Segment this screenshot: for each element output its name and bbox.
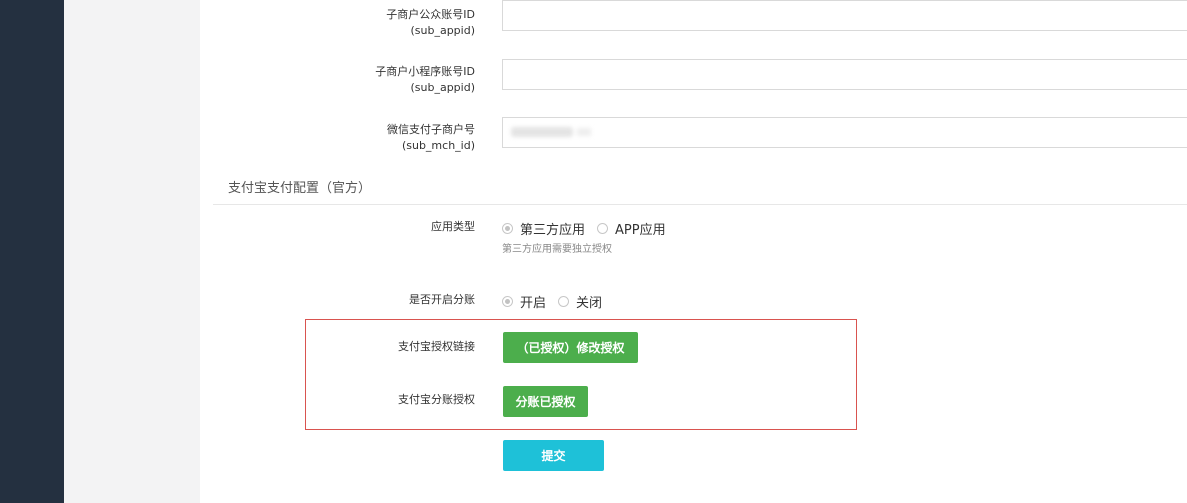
split-auth-label-text: 支付宝分账授权 — [398, 393, 475, 406]
split-auth-button[interactable]: 分账已授权 — [503, 386, 588, 417]
app-type-radio-app[interactable] — [597, 223, 609, 234]
app-type-help-text: 第三方应用需要独立授权 — [502, 244, 612, 255]
app-type-label: 应用类型 — [431, 219, 475, 235]
split-radio-group: 开启 关闭 — [502, 292, 614, 311]
sub-mini-appid-label-sub: (sub_appid) — [410, 81, 475, 94]
app-type-label-text: 应用类型 — [431, 220, 475, 233]
sub-mini-appid-label: 子商户小程序账号ID (sub_appid) — [375, 64, 475, 96]
auth-link-label-text: 支付宝授权链接 — [398, 340, 475, 353]
app-type-option-third-party[interactable]: 第三方应用 — [520, 219, 585, 238]
sidebar — [0, 0, 64, 503]
sub-mch-id-label-sub: (sub_mch_id) — [401, 139, 475, 152]
section-divider — [213, 204, 1187, 205]
submit-button[interactable]: 提交 — [503, 440, 604, 471]
app-type-radio-group: 第三方应用 APP应用 — [502, 219, 678, 238]
sub-appid-label-text: 子商户公众账号ID — [386, 8, 475, 21]
auth-link-label: 支付宝授权链接 — [398, 339, 475, 355]
alipay-section-title: 支付宝支付配置（官方） — [228, 181, 372, 196]
app-type-radio-third-party[interactable] — [502, 223, 513, 234]
sub-mch-id-label: 微信支付子商户号 (sub_mch_id) — [387, 122, 475, 154]
content-gutter — [64, 0, 200, 503]
sub-appid-label-sub: (sub_appid) — [410, 24, 475, 37]
sub-mini-appid-input[interactable] — [502, 59, 1187, 90]
sub-mch-id-label-text: 微信支付子商户号 — [387, 123, 475, 136]
redacted-value — [511, 127, 573, 137]
sub-mini-appid-label-text: 子商户小程序账号ID — [375, 65, 475, 78]
sub-mch-id-input[interactable] — [502, 117, 1187, 148]
redacted-value-tail — [577, 128, 591, 136]
split-option-on[interactable]: 开启 — [520, 292, 546, 311]
sub-appid-label: 子商户公众账号ID (sub_appid) — [386, 7, 475, 39]
app-type-option-app[interactable]: APP应用 — [615, 219, 666, 238]
split-option-off[interactable]: 关闭 — [576, 292, 602, 311]
split-label: 是否开启分账 — [409, 292, 475, 308]
split-radio-on[interactable] — [502, 296, 513, 307]
split-auth-label: 支付宝分账授权 — [398, 392, 475, 408]
split-label-text: 是否开启分账 — [409, 293, 475, 306]
split-radio-off[interactable] — [558, 296, 570, 307]
modify-auth-button[interactable]: （已授权）修改授权 — [503, 332, 638, 363]
sub-appid-input[interactable] — [502, 0, 1187, 31]
